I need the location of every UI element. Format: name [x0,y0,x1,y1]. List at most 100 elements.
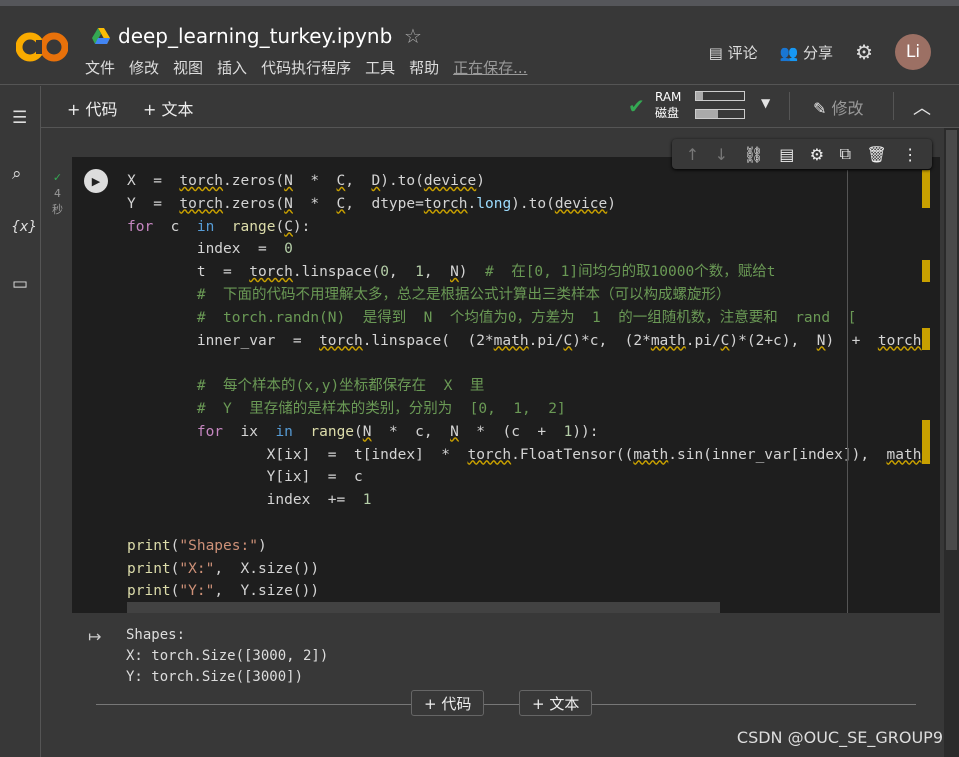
add-code-cell-button[interactable]: + 代码 [411,690,485,716]
menu-view[interactable]: 视图 [173,57,203,78]
line-ruler [847,170,848,613]
code-token: .pi/ [528,332,564,349]
code-line: print("X:", X.size()) [127,558,930,581]
code-token: , Y.size()) [214,583,320,600]
delete-icon[interactable]: 🗑 [866,145,886,164]
play-icon: ▶ [91,174,101,188]
add-text-cell-button[interactable]: + 文本 [519,690,593,716]
collapse-icon[interactable]: ︿ [913,94,931,120]
toc-icon[interactable]: ☰ [12,108,27,128]
code-token: torch [249,264,293,281]
code-line: index = 0 [127,238,930,261]
saving-status[interactable]: 正在保存... [453,57,527,78]
code-line: print("Shapes:") [127,535,930,558]
move-up-icon[interactable]: ↑ [686,145,699,164]
code-token: * (c + [458,423,564,440]
menu-runtime[interactable]: 代码执行程序 [261,57,351,78]
link-icon[interactable]: ⛓ [743,145,763,164]
code-token: torch [319,332,363,349]
gear-icon[interactable]: ⚙ [810,145,824,164]
divider [893,92,894,120]
code-line: for ix in range(N * c, N * (c + 1)): [127,421,930,444]
code-token: for [196,423,224,440]
code-token: c [153,218,197,235]
code-token: t = [127,264,250,281]
code-token: ) [607,195,616,212]
code-token: ) + [825,332,878,349]
code-token: torch [179,195,224,212]
code-line: # Y 里存储的是样本的类别，分别为 [0, 1, 2] [127,398,930,421]
code-token: print [127,537,171,554]
code-token: N [450,423,459,440]
code-token: torch [423,195,468,212]
add-text-button[interactable]: + 文本 [143,96,194,120]
folder-icon[interactable]: ▭ [12,274,28,294]
code-token: C [336,173,346,189]
code-token: D [371,173,381,189]
menu-tools[interactable]: 工具 [365,57,395,78]
resources-dropdown-icon[interactable]: ▼ [761,96,770,110]
success-check-icon: ✓ [52,171,63,184]
code-token: ): [292,218,311,235]
output-icon[interactable]: ↦ [88,627,101,646]
variables-icon[interactable]: {x} [11,219,37,235]
code-token: N [450,264,459,281]
code-token: # Y 里存储的是样本的类别，分别为 [0, 1, 2] [196,400,566,417]
ram-bar [695,91,745,101]
settings-icon[interactable]: ⚙ [855,40,873,64]
code-token: long [476,195,512,212]
search-icon[interactable]: ⌕ [12,164,22,184]
watermark: CSDN @OUC_SE_GROUP9 [736,728,943,747]
code-token: range [231,218,276,235]
share-button[interactable]: 👥 分享 [780,42,833,63]
code-line: for c in range(C): [127,216,930,239]
mirror-cell-icon[interactable]: ⧉ [840,144,851,164]
code-token: Y = [127,195,180,212]
colab-logo [16,32,68,62]
menu-insert[interactable]: 插入 [217,57,247,78]
code-token: inner_var = [127,332,320,349]
menu-file[interactable]: 文件 [85,57,115,78]
star-icon[interactable]: ☆ [404,24,422,48]
add-code-button[interactable]: + 代码 [67,96,118,120]
comment-icon[interactable]: ▤ [779,145,794,164]
move-down-icon[interactable]: ↓ [715,145,728,164]
code-token: .zeros( [223,195,285,212]
run-button[interactable]: ▶ [84,169,108,193]
code-token: 0 [284,241,293,258]
more-icon[interactable]: ⋮ [902,145,918,164]
code-token: in [275,423,293,440]
code-token: .linspace( (2* [362,332,494,349]
edit-button[interactable]: ✎ 修改 [813,95,864,119]
avatar[interactable]: Li [895,34,931,70]
code-line: # 每个样本的(x,y)坐标都保存在 X 里 [127,375,930,398]
comment-button[interactable]: ▤ 评论 [709,42,758,63]
code-token: 1 [415,264,424,281]
divider [789,92,790,120]
code-token: , X.size()) [214,560,320,577]
vertical-scrollbar[interactable] [944,128,959,757]
code-token: , dtype= [345,195,424,212]
code-token: , [345,173,372,189]
code-editor[interactable]: X = torch.zeros(N * C, D).to(device) Y = … [127,170,930,603]
add-cell-divider [96,704,916,705]
code-token: math [650,332,686,349]
horizontal-scrollbar[interactable] [127,602,720,613]
code-token: device [554,195,608,212]
resource-monitor[interactable]: RAM 磁盘 [655,90,681,121]
code-token: # 下面的代码不用理解太多，总之是根据公式计算出三类样本（可以构成螺旋形） [196,286,731,303]
drive-icon [92,28,110,44]
code-token: ) [458,264,485,281]
code-token: print [127,583,171,600]
code-token: C [284,218,293,235]
menu-help[interactable]: 帮助 [409,57,439,78]
notebook-title[interactable]: deep_learning_turkey.ipynb [118,24,392,48]
menu-edit[interactable]: 修改 [129,57,159,78]
code-token: # torch.randn(N) 是得到 N 个均值为0，方差为 1 的一组随机… [196,309,857,326]
code-token: "Y:" [179,583,215,600]
